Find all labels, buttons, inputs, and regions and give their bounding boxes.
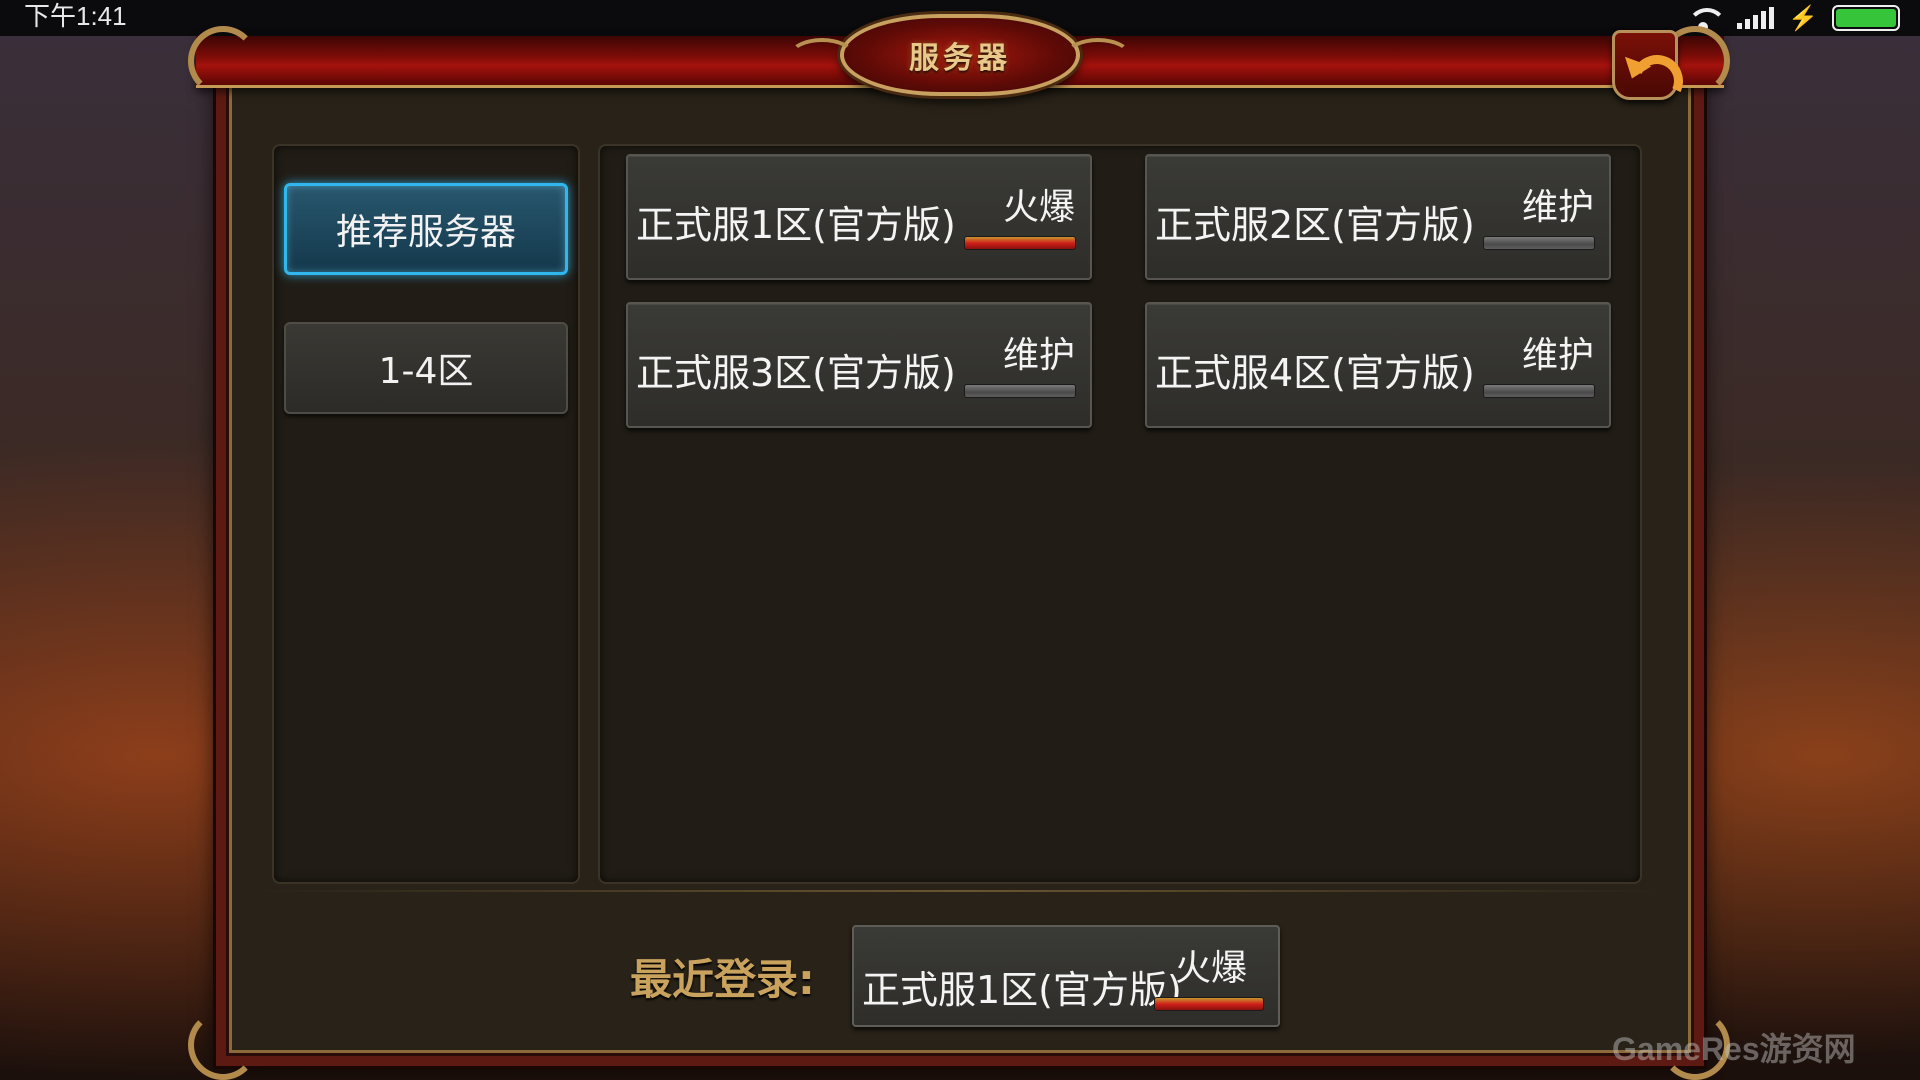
back-arrow-icon [1623,47,1667,83]
battery-icon [1832,5,1900,31]
window-title: 服务器 [909,41,1011,76]
frame-ornament-icon [188,1010,258,1080]
server-name: 正式服1区(官方版) [862,968,1182,1012]
server-card-3[interactable]: 正式服3区(官方版) 维护 [626,302,1092,428]
back-button[interactable] [1612,30,1678,100]
server-card-2[interactable]: 正式服2区(官方版) 维护 [1145,154,1611,280]
recent-server-card[interactable]: 正式服1区(官方版) 火爆 [852,925,1280,1027]
status-bar-maintenance [964,384,1076,398]
status-bar-hot [964,236,1076,250]
status-icons: ⚡ [1683,0,1900,36]
server-status: 维护 [1521,187,1594,228]
frame-ornament-icon [188,26,258,96]
status-bar-hot [1154,997,1264,1011]
recent-login-label: 最近登录: [630,955,815,1004]
server-card-1[interactable]: 正式服1区(官方版) 火爆 [626,154,1092,280]
clock: 下午1:41 [24,1,127,31]
server-name: 正式服1区(官方版) [636,203,956,247]
category-1-4-button[interactable]: 1-4区 [284,322,568,414]
signal-icon [1737,7,1775,29]
server-status: 维护 [1002,335,1075,376]
server-card-4[interactable]: 正式服4区(官方版) 维护 [1145,302,1611,428]
server-name: 正式服3区(官方版) [636,351,956,395]
server-name: 正式服4区(官方版) [1155,351,1475,395]
server-status: 火爆 [1174,948,1247,989]
status-bar-maintenance [1483,384,1595,398]
divider [256,890,1664,892]
server-name: 正式服2区(官方版) [1155,203,1475,247]
charging-icon: ⚡ [1788,4,1818,32]
category-recommended-button[interactable]: 推荐服务器 [284,183,568,275]
watermark: GameRes游资网 [1612,1031,1856,1067]
server-status: 火爆 [1002,187,1075,228]
title-plaque: 服务器 [788,14,1132,96]
status-bar-maintenance [1483,236,1595,250]
server-status: 维护 [1521,335,1594,376]
